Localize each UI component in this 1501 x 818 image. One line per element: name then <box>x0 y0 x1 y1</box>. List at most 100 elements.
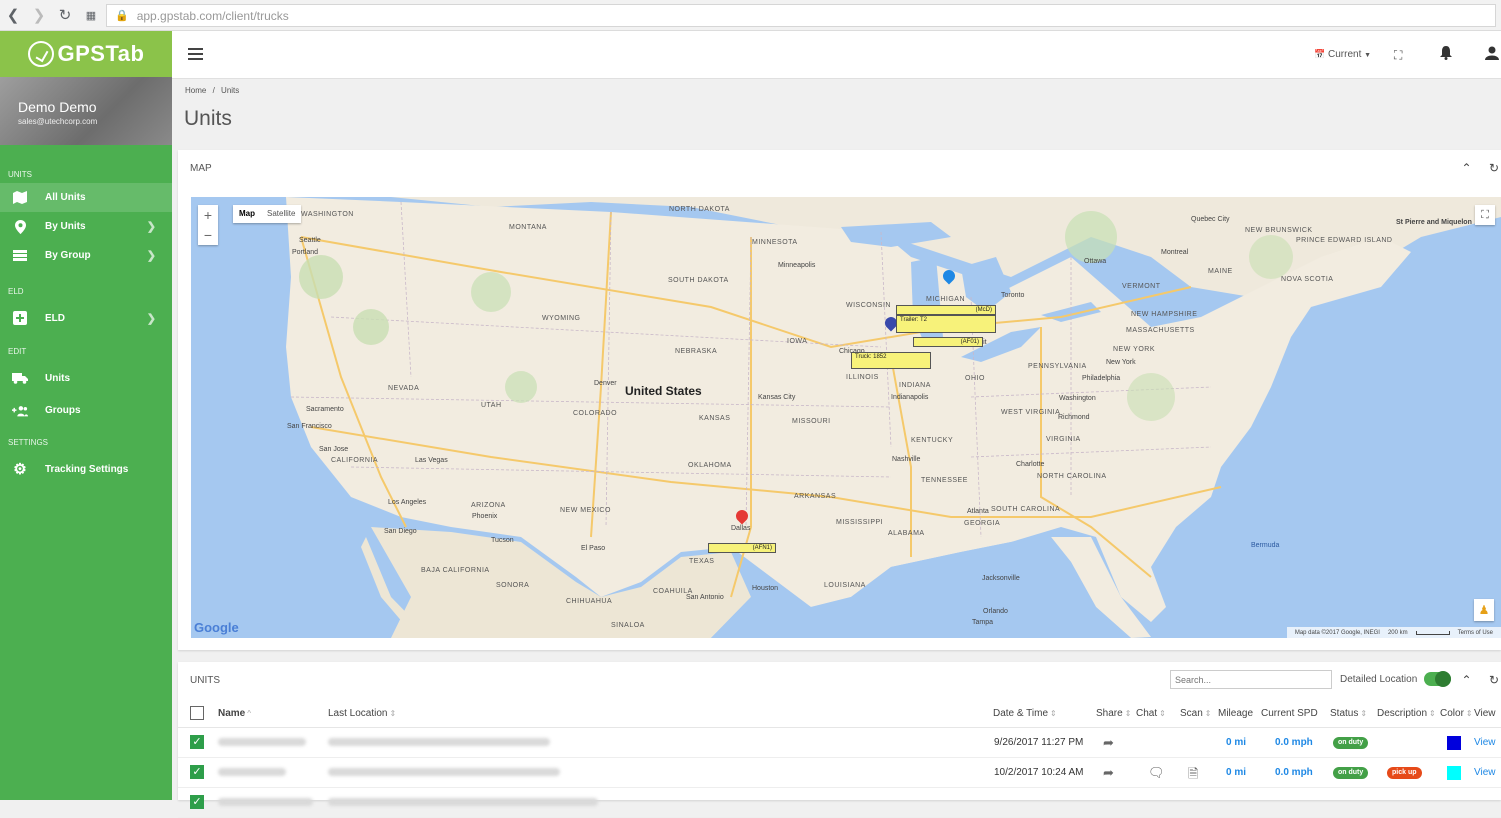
map-label-state: NEW BRUNSWICK <box>1245 227 1313 234</box>
map-label-city: Kansas City <box>758 394 796 401</box>
breadcrumb-home[interactable]: Home <box>185 86 206 95</box>
row-checkbox[interactable]: ✓ <box>190 795 204 809</box>
document-scan-icon[interactable]: 🗎 <box>1188 765 1198 787</box>
map-label-city: Tampa <box>972 619 994 626</box>
units-card: UNITS Detailed Location ⌃ ↻ Name^ Last L… <box>178 662 1501 818</box>
bell-icon[interactable] <box>1440 46 1452 63</box>
map-label-state: MICHIGAN <box>926 296 965 303</box>
back-icon[interactable]: ❮ <box>0 2 26 28</box>
map-label-city: New York <box>1106 359 1136 366</box>
map-label-state: TENNESSEE <box>921 477 968 484</box>
map-label-state: NEW HAMPSHIRE <box>1131 311 1198 318</box>
sidebar-item-label: Tracking Settings <box>45 463 129 475</box>
address-bar[interactable]: 🔒 app.gpstab.com/client/trucks <box>106 4 1496 27</box>
map-label-island: St Pierre and Miquelon <box>1396 219 1472 226</box>
user-icon[interactable] <box>1485 46 1499 63</box>
reload-icon[interactable]: ↻ <box>52 2 78 28</box>
map-fullscreen-icon[interactable]: ⛶ <box>1475 205 1495 225</box>
map-type-satellite[interactable]: Satellite <box>261 205 301 223</box>
sidebar-item-groups[interactable]: Groups <box>0 396 172 425</box>
row-mileage: 0 mi <box>1226 767 1247 778</box>
zoom-in-button[interactable]: + <box>198 205 218 225</box>
sort-icon: ⇕ <box>389 709 397 718</box>
map-label-state: ALABAMA <box>888 530 925 537</box>
last-location-redacted <box>328 738 550 746</box>
last-location-redacted <box>328 768 560 776</box>
refresh-icon[interactable]: ↻ <box>1489 161 1499 175</box>
chevron-right-icon: ❯ <box>146 250 156 262</box>
collapse-icon[interactable]: ⌃ <box>1462 673 1472 687</box>
sidebar-item-by-units[interactable]: By Units ❯ <box>0 212 172 241</box>
column-header-date-time[interactable]: Date & Time ⇕ <box>993 708 1057 719</box>
map-label-city: Montreal <box>1161 249 1189 256</box>
section-heading-edit: EDIT <box>8 347 27 356</box>
sidebar-item-by-group[interactable]: By Group ❯ <box>0 241 172 270</box>
map-label-state: COLORADO <box>573 410 618 417</box>
street-view-pegman-icon[interactable]: ♟ <box>1474 599 1494 621</box>
map-label-city: Sacramento <box>306 406 344 413</box>
sidebar-item-units[interactable]: Units <box>0 360 172 396</box>
sidebar-item-all-units[interactable]: All Units <box>0 183 172 212</box>
sort-asc-icon: ^ <box>247 709 252 718</box>
column-header-status[interactable]: Status ⇕ <box>1330 708 1367 719</box>
caret-down-icon: ▼ <box>1364 52 1372 59</box>
column-header-description[interactable]: Description ⇕ <box>1377 708 1436 719</box>
profile-email: sales@utechcorp.com <box>18 117 98 126</box>
map-label-state: NEW MEXICO <box>560 507 611 514</box>
sort-icon: ⇕ <box>1465 709 1473 718</box>
status-badge: on duty <box>1333 737 1369 749</box>
column-header-view[interactable]: View <box>1474 708 1496 719</box>
row-checkbox[interactable]: ✓ <box>190 735 204 749</box>
map-label-state: CHIHUAHUA <box>566 598 613 605</box>
zoom-out-button[interactable]: − <box>198 225 218 245</box>
map-label-country: United States <box>625 384 702 398</box>
select-all-checkbox[interactable] <box>190 706 204 720</box>
column-header-scan[interactable]: Scan ⇕ <box>1180 708 1212 719</box>
column-header-share[interactable]: Share ⇕ <box>1096 708 1131 719</box>
collapse-icon[interactable]: ⌃ <box>1462 161 1472 175</box>
column-header-color[interactable]: Color ⇕ <box>1440 708 1473 719</box>
map-label-city: Tucson <box>491 537 514 544</box>
column-header-last-location[interactable]: Last Location ⇕ <box>328 708 396 719</box>
map-label-state: ARIZONA <box>471 502 506 509</box>
units-search-input[interactable] <box>1170 670 1332 689</box>
map-label-state: MAINE <box>1208 268 1233 275</box>
view-link[interactable]: View <box>1474 767 1496 778</box>
row-datetime: 9/26/2017 11:27 PM <box>994 737 1084 748</box>
row-datetime: 10/2/2017 10:24 AM <box>994 767 1084 778</box>
column-header-chat[interactable]: Chat ⇕ <box>1136 708 1166 719</box>
table-row[interactable]: ✓ 10/2/2017 10:24 AM ➦ 🗨 🗎 0 mi 0.0 mph … <box>178 758 1501 788</box>
chat-icon[interactable]: 🗨 <box>1148 765 1165 781</box>
map-type-map[interactable]: Map <box>233 205 261 223</box>
forward-icon[interactable]: ❯ <box>26 2 52 28</box>
column-header-current-spd[interactable]: Current SPD <box>1261 708 1318 719</box>
hamburger-menu-icon[interactable] <box>188 48 203 60</box>
row-checkbox[interactable]: ✓ <box>190 765 204 779</box>
fullscreen-icon[interactable]: ⛶ <box>1394 48 1402 63</box>
map-label-state: ILLINOIS <box>846 374 879 381</box>
map-label-state: NORTH DAKOTA <box>669 206 730 213</box>
column-header-name[interactable]: Name ^ <box>218 708 251 719</box>
table-row[interactable]: ✓ <box>178 788 1501 818</box>
current-dropdown[interactable]: 📅 Current ▼ <box>1314 49 1371 60</box>
apps-icon[interactable]: ▦ <box>78 2 104 28</box>
share-icon[interactable]: ➦ <box>1103 765 1114 781</box>
sidebar-item-tracking-settings[interactable]: ⚙ Tracking Settings <box>0 451 172 487</box>
map-label-state: LOUISIANA <box>824 582 866 589</box>
sidebar-item-eld[interactable]: ELD ❯ <box>0 300 172 336</box>
terms-link[interactable]: Terms of Use <box>1458 630 1493 636</box>
sidebar-item-label: ELD <box>45 312 65 324</box>
section-heading-settings: SETTINGS <box>8 438 49 447</box>
map-icon <box>12 191 28 205</box>
gear-icon: ⚙ <box>13 461 27 478</box>
column-header-mileage[interactable]: Mileage <box>1218 708 1253 719</box>
logo[interactable]: GPSTab <box>0 31 172 77</box>
view-link[interactable]: View <box>1474 737 1496 748</box>
marker-label: (McD) <box>896 305 996 315</box>
map-label-city: Orlando <box>983 608 1008 615</box>
refresh-icon[interactable]: ↻ <box>1489 673 1499 687</box>
user-profile[interactable]: Demo Demo sales@utechcorp.com <box>0 77 172 145</box>
table-row[interactable]: ✓ 9/26/2017 11:27 PM ➦ 0 mi 0.0 mph on d… <box>178 728 1501 758</box>
share-icon[interactable]: ➦ <box>1103 735 1114 751</box>
map-view[interactable]: WASHINGTON MONTANA NORTH DAKOTA MINNESOT… <box>191 197 1501 638</box>
